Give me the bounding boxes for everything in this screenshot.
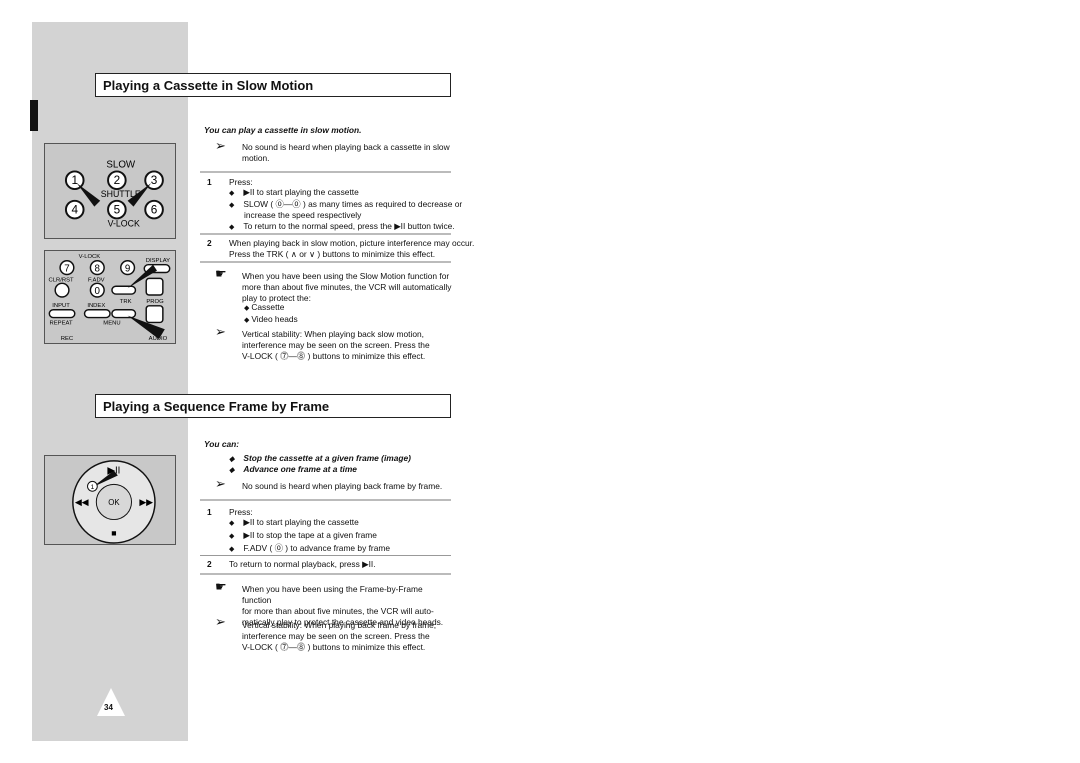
protect-item: ◆ Cassette [244,302,285,312]
key-1: 1 [71,174,78,187]
callout-number: 1 [90,484,94,491]
menu-label: MENU [103,320,120,326]
frame-note1: No sound is heard when playing back fram… [242,481,443,491]
divider [200,573,451,575]
rewind-icon: ◀◀ [75,497,89,507]
clrrst-label: CLR/RST [49,277,74,283]
key-0: 0 [95,286,101,297]
vlock-label: V-LOCK [79,254,101,260]
key-7: 7 [64,264,69,275]
divider [200,499,451,501]
divider [200,233,451,235]
stop-icon: ■ [111,528,116,538]
step-bullet: ▶II to start playing the cassette [229,187,358,199]
frame-note2: Vertical stability: When playing back fr… [242,620,437,652]
remote-playback-figure: OK ▶II ◀◀ ▶▶ ■ 1 [44,455,176,545]
key-6: 6 [151,204,158,217]
display-label: DISPLAY [146,258,170,264]
remote-trk-figure: V-LOCK DISPLAY CLR/RST F.ADV TRK PROG IN… [44,250,176,344]
repeat-label: REPEAT [50,320,73,326]
step-bullet: F.ADV ( ⓪ ) to advance frame by frame [229,543,390,555]
step-number: 2 [207,238,212,248]
index-label: INDEX [87,303,105,309]
can-item: Advance one frame at a time [229,464,357,476]
step-bullet: ▶II to stop the tape at a given frame [229,530,377,542]
slow-note2: Vertical stability: When playing back sl… [242,329,430,361]
step-bullet: ▶II to start playing the cassette [229,517,358,529]
ok-button-label: OK [108,498,120,507]
note-arrow-icon: ➢ [215,138,226,153]
key-3: 3 [151,174,158,187]
page-number: 34 [104,703,113,712]
key-9: 9 [125,264,130,275]
step-number: 1 [207,507,212,517]
step-number: 1 [207,177,212,187]
slow-intro: You can play a cassette in slow motion. [204,125,362,135]
fast-forward-icon: ▶▶ [139,497,153,507]
slow-note1: No sound is heard when playing back a ca… [242,142,450,163]
note-arrow-icon: ➢ [215,476,226,491]
note-arrow-icon: ➢ [215,614,226,629]
slow-warning: When you have been using the Slow Motion… [242,271,452,303]
input-label: INPUT [52,303,70,309]
pointing-hand-icon: ☛ [215,579,227,594]
key-2: 2 [114,174,121,187]
divider [200,261,451,263]
step2-text: To return to normal playback, press ▶II. [229,559,376,569]
remote-slow-figure: SLOW SHUTTLE V-LOCK 1 2 3 4 5 6 [44,143,176,239]
key-5: 5 [114,204,121,217]
rec-label: REC [61,336,74,342]
slow-label: SLOW [106,160,136,171]
step-number: 2 [207,559,212,569]
note-arrow-icon: ➢ [215,324,226,339]
step-bullet-cont: increase the speed respectively [244,210,362,220]
protect-item: ◆ Video heads [244,314,298,324]
section-tab-marker [30,100,38,131]
vlock-label: V-LOCK [108,218,140,228]
step2-text: When playing back in slow motion, pictur… [229,238,475,259]
step-bullet: To return to the normal speed, press the… [229,221,454,233]
key-8: 8 [95,264,100,275]
fadv-label: F.ADV [88,277,105,283]
section-title-slow-motion: Playing a Cassette in Slow Motion [95,73,451,97]
section-title-frame-by-frame: Playing a Sequence Frame by Frame [95,394,451,418]
sidebar [32,22,188,741]
pointing-hand-icon: ☛ [215,266,227,281]
frame-intro: You can: [204,439,240,449]
trk-label: TRK [120,299,132,305]
divider [200,555,451,556]
divider [200,171,451,173]
prog-label: PROG [146,299,164,305]
key-4: 4 [71,204,78,217]
